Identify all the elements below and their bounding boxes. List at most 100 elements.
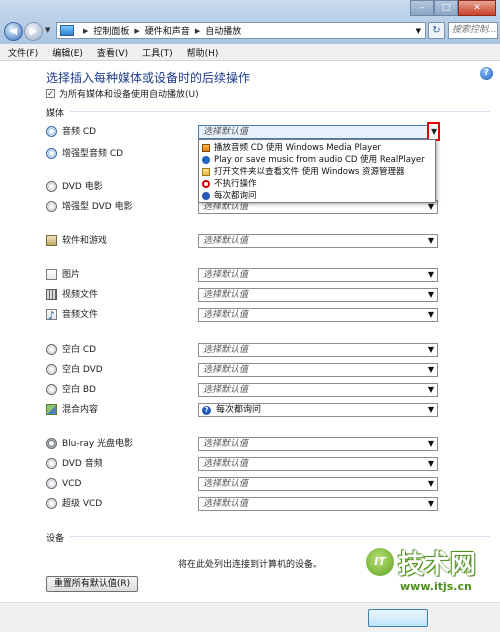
breadcrumb-hardware-sound[interactable]: 硬件和声音 (145, 24, 190, 37)
media-label: 软件和游戏 (62, 236, 108, 246)
chevron-down-icon: ▼ (427, 385, 434, 394)
reset-defaults-button[interactable]: 重置所有默认值(R) (46, 576, 138, 592)
select-value: 选择默认值 (203, 459, 249, 469)
devices-section-label: 设备 (46, 534, 65, 544)
save-button[interactable] (368, 609, 428, 627)
address-dropdown-icon[interactable]: ▼ (416, 27, 421, 35)
media-row-video-files: 视频文件 选择默认值 ▼ (46, 288, 486, 302)
select-value: 选择默认值 (203, 270, 249, 280)
menu-edit[interactable]: 编辑(E) (52, 46, 83, 59)
address-bar[interactable]: ▶ 控制面板 ▶ 硬件和声音 ▶ 自动播放 ▼ (56, 22, 426, 39)
dropdown-option[interactable]: Play or save music from audio CD 使用 Real… (199, 154, 435, 166)
help-icon[interactable]: ? (480, 67, 493, 80)
menu-view[interactable]: 查看(V) (97, 46, 128, 59)
software-games-select[interactable]: 选择默认值 ▼ (198, 234, 438, 248)
chevron-down-icon: ▼ (427, 405, 434, 414)
refresh-button[interactable]: ↻ (428, 22, 445, 39)
blank-bd-select[interactable]: 选择默认值 ▼ (198, 383, 438, 397)
option-label: Play or save music from audio CD 使用 Real… (214, 155, 425, 165)
media-label: 音频 CD (62, 127, 97, 137)
video-files-select[interactable]: 选择默认值 ▼ (198, 288, 438, 302)
audio-cd-select[interactable]: 选择默认值 ▼ (198, 122, 440, 141)
select-value: 选择默认值 (203, 236, 249, 246)
vcd-icon (46, 478, 57, 489)
dropdown-option[interactable]: 打开文件夹以查看文件 使用 Windows 资源管理器 (199, 166, 435, 178)
menu-tools[interactable]: 工具(T) (142, 46, 173, 59)
menu-file[interactable]: 文件(F) (8, 46, 38, 59)
maximize-button[interactable]: □ (434, 0, 458, 16)
blank-dvd-select[interactable]: 选择默认值 ▼ (198, 363, 438, 377)
watermark-url: www.itjs.cn (400, 580, 472, 593)
media-label: 混合内容 (62, 405, 99, 415)
chevron-down-icon: ▼ (427, 290, 434, 299)
menu-help[interactable]: 帮助(H) (187, 46, 219, 59)
minimize-button[interactable]: – (410, 0, 434, 16)
window-controls: – □ ✕ (410, 0, 496, 16)
realplayer-icon (202, 156, 210, 164)
media-label: 音频文件 (62, 310, 99, 320)
chevron-down-icon: ▼ (427, 310, 434, 319)
media-label: VCD (62, 479, 82, 489)
breadcrumb-control-panel[interactable]: 控制面板 (93, 24, 129, 37)
search-input[interactable]: 搜索控制... (448, 22, 498, 39)
site-watermark: IT 技术网 www.itjs.cn (360, 540, 500, 600)
blank-cd-icon (46, 344, 57, 355)
media-label: 增强型音频 CD (62, 149, 124, 159)
chevron-down-icon: ▼ (427, 270, 434, 279)
media-row-audio-cd: 音频 CD 选择默认值 ▼ (46, 122, 486, 141)
ask-every-time-icon: ? (202, 406, 211, 415)
page-title: 选择插入每种媒体或设备时的后续操作 (46, 71, 251, 85)
media-label: 图片 (62, 270, 81, 280)
recent-pages-button[interactable]: ▼ (45, 26, 50, 34)
back-button[interactable]: ◀ (4, 22, 23, 41)
pictures-select[interactable]: 选择默认值 ▼ (198, 268, 438, 282)
bottom-button-bar (0, 602, 500, 632)
dropdown-option[interactable]: 不执行操作 (199, 178, 435, 190)
select-value: 选择默认值 (203, 439, 249, 449)
super-vcd-select[interactable]: 选择默认值 ▼ (198, 497, 438, 511)
media-label: 增强型 DVD 电影 (62, 202, 133, 212)
bluray-movie-select[interactable]: 选择默认值 ▼ (198, 437, 438, 451)
dvd-audio-icon (46, 458, 57, 469)
dvd-audio-select[interactable]: 选择默认值 ▼ (198, 457, 438, 471)
select-value: 选择默认值 (203, 345, 249, 355)
breadcrumb-separator-icon: ▶ (194, 26, 201, 35)
option-label: 播放音频 CD 使用 Windows Media Player (214, 143, 381, 153)
breadcrumb-autoplay[interactable]: 自动播放 (205, 24, 241, 37)
back-arrow-icon: ◀ (9, 26, 18, 37)
audio-cd-icon (46, 126, 57, 137)
enhanced-audio-cd-icon (46, 148, 57, 159)
enhanced-dvd-movie-icon (46, 201, 57, 212)
media-label: 空白 BD (62, 385, 96, 395)
mixed-content-select[interactable]: ? 每次都询问 ▼ (198, 403, 438, 417)
blank-cd-select[interactable]: 选择默认值 ▼ (198, 343, 438, 357)
blank-dvd-icon (46, 364, 57, 375)
refresh-icon: ↻ (432, 25, 441, 36)
dropdown-option[interactable]: 播放音频 CD 使用 Windows Media Player (199, 142, 435, 154)
dvd-movie-icon (46, 181, 57, 192)
forward-arrow-icon: ▶ (29, 26, 38, 37)
dropdown-option[interactable]: 每次都询问 (199, 190, 435, 202)
chevron-down-icon: ▼ (431, 127, 438, 136)
blank-bd-icon (46, 384, 57, 395)
media-label: DVD 音频 (62, 459, 103, 469)
chevron-down-icon: ▼ (427, 345, 434, 354)
select-value: 选择默认值 (203, 479, 249, 489)
checkbox-check-icon: ✓ (46, 89, 55, 98)
forward-button[interactable]: ▶ (24, 22, 43, 41)
audio-files-select[interactable]: 选择默认值 ▼ (198, 308, 438, 322)
vcd-select[interactable]: 选择默认值 ▼ (198, 477, 438, 491)
media-row-blank-dvd: 空白 DVD 选择默认值 ▼ (46, 363, 486, 377)
select-value: 选择默认值 (203, 499, 249, 509)
media-row-audio-files: ♪ 音频文件 选择默认值 ▼ (46, 308, 486, 322)
chevron-down-icon: ▼ (427, 479, 434, 488)
media-label: 空白 DVD (62, 365, 103, 375)
option-label: 不执行操作 (214, 179, 257, 189)
video-files-icon (46, 289, 57, 300)
use-autoplay-checkbox[interactable]: ✓ 为所有媒体和设备使用自动播放(U) (46, 87, 199, 100)
chevron-down-icon: ▼ (427, 459, 434, 468)
option-label: 打开文件夹以查看文件 使用 Windows 资源管理器 (214, 167, 405, 177)
close-button[interactable]: ✕ (458, 0, 496, 16)
media-row-blank-bd: 空白 BD 选择默认值 ▼ (46, 383, 486, 397)
chevron-down-icon: ▼ (45, 26, 51, 34)
